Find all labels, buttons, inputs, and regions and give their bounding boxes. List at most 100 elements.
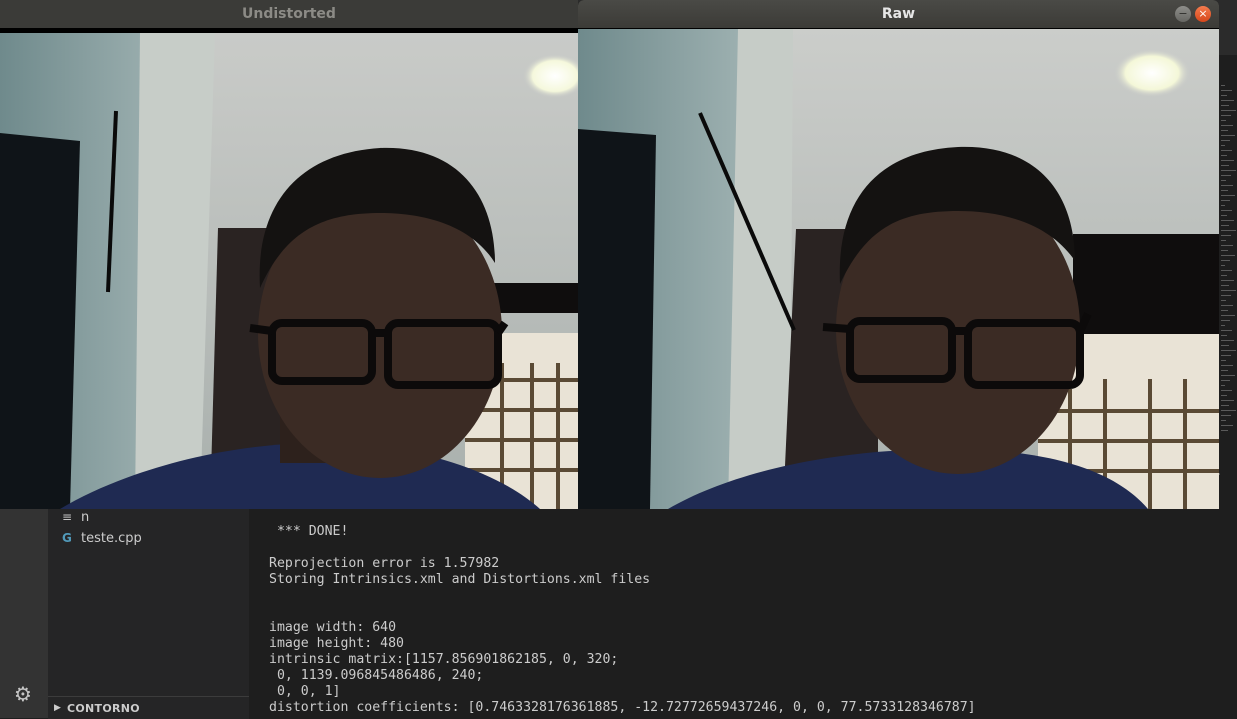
minimap-line	[1221, 260, 1230, 261]
minimap-line	[1221, 265, 1225, 266]
minimap-line	[1221, 125, 1233, 126]
minimap-line	[1221, 180, 1226, 181]
minimap-line	[1221, 210, 1232, 211]
minimap-line	[1221, 285, 1229, 286]
minimap-line	[1221, 275, 1227, 276]
minimap-line	[1221, 85, 1225, 86]
minimap-line	[1221, 430, 1228, 431]
minimap-line	[1221, 280, 1234, 281]
terminal-line: 0, 0, 1]	[269, 684, 341, 699]
minimap-line	[1221, 360, 1226, 361]
terminal-line: distortion coefficients: [0.746332817636…	[269, 700, 976, 715]
minimap-line	[1221, 250, 1228, 251]
minimap-line	[1221, 245, 1233, 246]
webcam-frame	[578, 29, 1219, 509]
minimap-line	[1221, 135, 1235, 136]
minimap-line	[1221, 425, 1233, 426]
minimap-line	[1221, 220, 1234, 221]
minimap-line	[1221, 165, 1229, 166]
minimap-line	[1221, 90, 1232, 91]
minimap-line	[1221, 200, 1230, 201]
minimap-line	[1221, 235, 1231, 236]
window-titlebar[interactable]: Undistorted	[0, 0, 578, 28]
window-title: Undistorted	[242, 6, 336, 22]
minimap-line	[1221, 110, 1236, 111]
terminal-line: image width: 640	[269, 620, 397, 635]
undistorted-camera-image	[0, 33, 578, 509]
minimap-line	[1221, 155, 1227, 156]
minimap-line	[1221, 380, 1230, 381]
outline-section-label: CONTORNO	[67, 702, 140, 715]
minimap-line	[1221, 240, 1226, 241]
minimap-line	[1221, 105, 1229, 106]
minimap-line	[1221, 390, 1232, 391]
minimap-line	[1221, 140, 1230, 141]
minimap-line	[1221, 255, 1235, 256]
chevron-right-icon: ▶	[54, 703, 61, 713]
terminal-panel[interactable]: *** DONE! Reprojection error is 1.57982 St…	[249, 509, 1237, 718]
minimap-line	[1221, 330, 1232, 331]
window-titlebar[interactable]: Raw − ×	[578, 0, 1219, 28]
minimap-line	[1221, 205, 1225, 206]
minimap-line	[1221, 400, 1234, 401]
minimap-line	[1221, 325, 1225, 326]
minimap-line	[1221, 225, 1229, 226]
gear-icon[interactable]: ⚙	[12, 683, 34, 705]
cpp-file-icon: G	[62, 531, 72, 545]
minimap-line	[1221, 355, 1231, 356]
minimap-line	[1221, 345, 1229, 346]
window-title: Raw	[881, 6, 916, 22]
minimap-line	[1221, 415, 1231, 416]
raw-camera-image	[578, 29, 1219, 509]
minimap-line	[1221, 365, 1233, 366]
text-file-icon: ≡	[62, 510, 73, 524]
minimap-line	[1221, 230, 1236, 231]
minimap-line	[1221, 190, 1228, 191]
minimap-line	[1221, 270, 1232, 271]
minimap-line	[1221, 405, 1229, 406]
undistorted-window[interactable]: Undistorted	[0, 0, 578, 509]
terminal-line: *** DONE!	[269, 524, 349, 539]
minimap-line	[1221, 175, 1231, 176]
minimap-line	[1221, 145, 1225, 146]
minimap-line	[1221, 95, 1227, 96]
terminal-line: 0, 1139.096845486486, 240;	[269, 668, 484, 683]
explorer-file-item[interactable]: Gteste.cpp	[62, 528, 142, 548]
terminal-line: Reprojection error is 1.57982	[269, 556, 500, 571]
terminal-line: intrinsic matrix:[1157.856901862185, 0, …	[269, 652, 619, 667]
close-button[interactable]: ×	[1195, 6, 1211, 22]
minimap-line	[1221, 185, 1233, 186]
minimize-button[interactable]: −	[1175, 6, 1191, 22]
minimap-line	[1221, 305, 1233, 306]
minimap-line	[1221, 385, 1225, 386]
minimap-line	[1221, 340, 1234, 341]
minimap-line	[1221, 100, 1234, 101]
terminal-line: Storing Intrinsics.xml and Distortions.x…	[269, 572, 651, 587]
minimap-line	[1221, 335, 1227, 336]
minimap-line	[1221, 120, 1226, 121]
minimap-line	[1221, 195, 1235, 196]
minimap-line	[1221, 320, 1230, 321]
minimap[interactable]	[1217, 55, 1237, 460]
raw-window[interactable]: Raw − ×	[578, 0, 1219, 509]
file-name: n	[81, 510, 90, 525]
minimap-line	[1221, 370, 1228, 371]
minimap-line	[1221, 350, 1236, 351]
minimap-line	[1221, 315, 1235, 316]
minimap-line	[1221, 215, 1227, 216]
explorer-file-item[interactable]: ≡ n	[62, 507, 89, 527]
minimap-line	[1221, 290, 1236, 291]
minimap-line	[1221, 375, 1235, 376]
minimap-line	[1221, 160, 1234, 161]
outline-section-header[interactable]: ▶ CONTORNO	[48, 696, 249, 719]
minimap-line	[1221, 295, 1231, 296]
minimap-line	[1221, 130, 1228, 131]
minimap-line	[1221, 170, 1236, 171]
minimap-line	[1221, 310, 1228, 311]
terminal-line: image height: 480	[269, 636, 404, 651]
minimap-line	[1221, 420, 1226, 421]
minimap-line	[1221, 410, 1236, 411]
minimap-line	[1221, 300, 1226, 301]
minimap-line	[1221, 150, 1232, 151]
file-name: teste.cpp	[81, 531, 142, 546]
